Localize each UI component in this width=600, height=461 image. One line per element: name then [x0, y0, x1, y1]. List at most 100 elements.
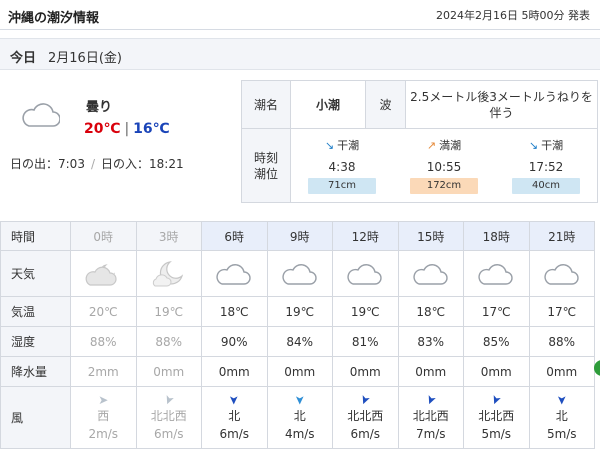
- tide-time-level-label: 時刻 潮位: [241, 128, 291, 203]
- hour-21: 21時: [528, 221, 595, 251]
- weather-cell: [463, 250, 530, 297]
- humidity-cell: 88%: [528, 326, 595, 357]
- max-temp: 20℃: [84, 121, 121, 137]
- wind-speed: 4m/s: [284, 427, 315, 441]
- humidity-cell: 81%: [332, 326, 399, 357]
- temp-cell: 18℃: [201, 296, 268, 327]
- wind-arrow-icon: ➤: [464, 393, 529, 409]
- cloud-icon: [544, 263, 579, 285]
- temp-cell: 19℃: [332, 296, 399, 327]
- wind-direction: 北北西: [347, 409, 384, 423]
- wind-cell: ➤ 西 2m/s: [70, 386, 137, 449]
- wind-arrow-glyph: ➤: [160, 392, 178, 408]
- flood-arrow-icon: ↗: [426, 138, 437, 152]
- tide-level-bar: 71cm: [308, 177, 376, 194]
- wind-speed: 2m/s: [88, 427, 119, 441]
- temp-cell: 19℃: [135, 296, 202, 327]
- cloudy-night-moon-icon: [85, 263, 117, 286]
- humidity-cell: 85%: [463, 326, 530, 357]
- wind-arrow-glyph: ➤: [554, 394, 569, 406]
- temp-separator: |: [124, 121, 130, 137]
- wind-arrow-icon: ➤: [399, 393, 464, 409]
- wind-speed: 5m/s: [546, 427, 577, 441]
- wind-cell: ➤ 北北西 5m/s: [463, 386, 530, 449]
- tide-type: 干潮: [541, 138, 564, 152]
- temp-cell: 17℃: [463, 296, 530, 327]
- row-time: 時間 0時 3時 6時 9時 12時 15時 18時 21時: [0, 221, 595, 251]
- min-temp: 16℃: [133, 121, 170, 137]
- wind-direction: 北北西: [150, 409, 187, 423]
- today-tab[interactable]: 今日: [10, 47, 36, 66]
- level-label: 潮位: [253, 166, 278, 181]
- wind-cell: ➤ 北 4m/s: [266, 386, 333, 449]
- wind-speed: 6m/s: [219, 427, 250, 441]
- wave-forecast: 2.5メートル後3メートルうねりを伴う: [405, 80, 598, 129]
- cloud-icon: [347, 263, 382, 285]
- hour-18: 18時: [463, 221, 530, 251]
- precip-cell: 2mm: [70, 356, 137, 387]
- precip-cell: 0mm: [201, 356, 268, 387]
- weather-summary: 曇り: [86, 100, 113, 115]
- wind-arrow-icon: ➤: [202, 393, 267, 409]
- cloud-icon: [282, 263, 317, 285]
- temp-cell: 20℃: [70, 296, 137, 327]
- tide-name: 小潮: [290, 80, 366, 129]
- row-label-weather: 天気: [0, 250, 71, 297]
- today-date: 2月16日(金): [48, 51, 122, 66]
- wind-cell: ➤ 北北西 6m/s: [135, 386, 202, 449]
- wind-arrow-icon: ➤: [268, 393, 333, 409]
- sunrise: 日の出：7:03: [10, 157, 85, 171]
- ebb-arrow-icon: ↘: [528, 138, 539, 152]
- wind-arrow-glyph: ➤: [356, 392, 374, 408]
- day-tab-bar: 今日 2月16日(金): [0, 38, 600, 70]
- temp-cell: 19℃: [266, 296, 333, 327]
- tide-name-label: 潮名: [241, 80, 291, 129]
- row-label-humidity: 湿度: [0, 326, 71, 357]
- wind-speed: 6m/s: [153, 427, 184, 441]
- weather-cell: [201, 250, 268, 297]
- tide-time: 10:55: [426, 159, 462, 174]
- row-temp: 気温 20℃ 19℃ 18℃ 19℃ 19℃ 18℃ 17℃ 17℃: [0, 296, 595, 327]
- row-humidity: 湿度 88% 88% 90% 84% 81% 83% 85% 88%: [0, 326, 595, 357]
- cloud-icon: [478, 263, 513, 285]
- wind-arrow-icon: ➤: [530, 393, 595, 409]
- precip-cell: 0mm: [397, 356, 464, 387]
- tide-type: 満潮: [439, 138, 462, 152]
- wind-direction: 北北西: [478, 409, 515, 423]
- sun-times: 日の出：7:03 / 日の入：18:21: [10, 155, 184, 172]
- hour-15: 15時: [397, 221, 464, 251]
- wind-arrow-glyph: ➤: [227, 394, 242, 406]
- hour-0: 0時: [70, 221, 137, 251]
- temp-cell: 17℃: [528, 296, 595, 327]
- wind-cell: ➤ 北 6m/s: [201, 386, 268, 449]
- tide-level-bar: 172cm: [410, 177, 478, 194]
- sun-separator: /: [90, 157, 95, 171]
- page-title: 沖縄の潮汐情報: [8, 11, 100, 26]
- precip-cell: 0mm: [266, 356, 333, 387]
- hour-3: 3時: [135, 221, 202, 251]
- humidity-cell: 90%: [201, 326, 268, 357]
- wind-direction: 北: [228, 409, 241, 423]
- tide-entry-2: ↗ 満潮 10:55 172cm: [393, 134, 495, 198]
- precip-cell: 0mm: [528, 356, 595, 387]
- tide-time: 17:52: [528, 159, 564, 174]
- hour-6: 6時: [201, 221, 268, 251]
- wind-arrow-icon: ➤: [71, 393, 136, 409]
- tide-entry-3: ↘ 干潮 17:52 40cm: [495, 134, 597, 198]
- row-wind: 風 ➤ 西 2m/s ➤ 北北西 6m/s ➤ 北 6m/s ➤ 北 4m/s ➤ 北北西 6m/s…: [0, 386, 595, 449]
- cloud-icon: [22, 103, 60, 127]
- row-label-precip: 降水量: [0, 356, 71, 387]
- weather-cell: [266, 250, 333, 297]
- tide-entry-table: ↘ 干潮 4:38 71cm ↗ 満潮 10:55 172cm ↘ 干潮 17:52 …: [291, 134, 597, 198]
- humidity-cell: 83%: [397, 326, 464, 357]
- weather-cell: [528, 250, 595, 297]
- wind-cell: ➤ 北北西 6m/s: [332, 386, 399, 449]
- row-label-wind: 風: [0, 386, 71, 449]
- ebb-arrow-icon: ↘: [324, 138, 335, 152]
- time-label: 時刻: [253, 150, 278, 165]
- weather-cell: [135, 250, 202, 297]
- hourly-forecast-table: 時間 0時 3時 6時 9時 12時 15時 18時 21時 天気 気温 20℃…: [0, 221, 595, 449]
- wind-cell: ➤ 北 5m/s: [528, 386, 595, 449]
- moon-cloud-icon: [152, 260, 183, 286]
- wind-arrow-glyph: ➤: [422, 392, 440, 408]
